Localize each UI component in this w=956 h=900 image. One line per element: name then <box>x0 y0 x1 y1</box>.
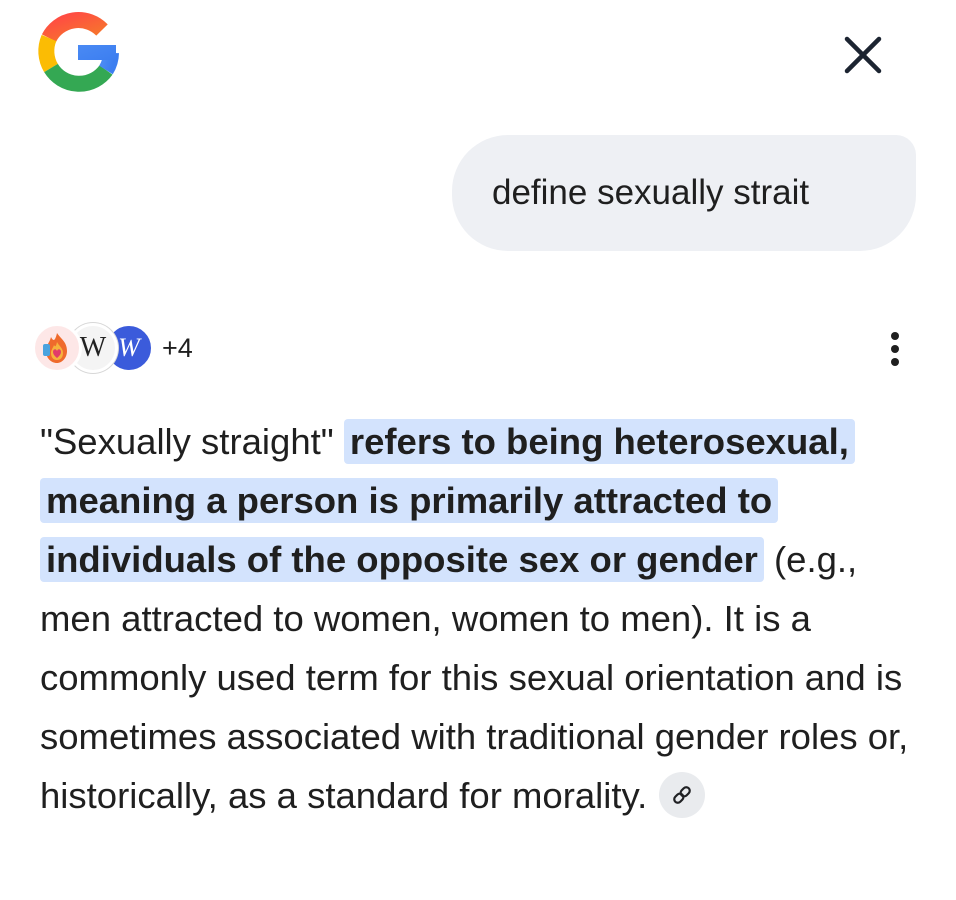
wikipedia-letter: W <box>118 333 140 362</box>
answer-lead: "Sexually straight" <box>40 421 344 462</box>
close-icon <box>844 36 882 74</box>
google-g-icon <box>38 12 119 92</box>
wiktionary-letter: W <box>79 332 107 363</box>
user-query-text: define sexually strait <box>492 173 810 212</box>
source-link-button[interactable] <box>659 772 706 819</box>
ai-answer-text: "Sexually straight" refers to being hete… <box>40 412 930 825</box>
google-logo[interactable] <box>36 10 120 94</box>
fire-heart-source-icon <box>32 323 82 373</box>
more-vert-icon <box>891 332 899 366</box>
link-icon <box>673 786 692 805</box>
more-options-button[interactable] <box>878 326 912 372</box>
close-button[interactable] <box>836 28 890 82</box>
more-sources-count: +4 <box>162 332 193 363</box>
sources-chip[interactable]: W W +4 <box>32 320 193 376</box>
user-query-bubble[interactable]: define sexually strait <box>452 135 916 251</box>
